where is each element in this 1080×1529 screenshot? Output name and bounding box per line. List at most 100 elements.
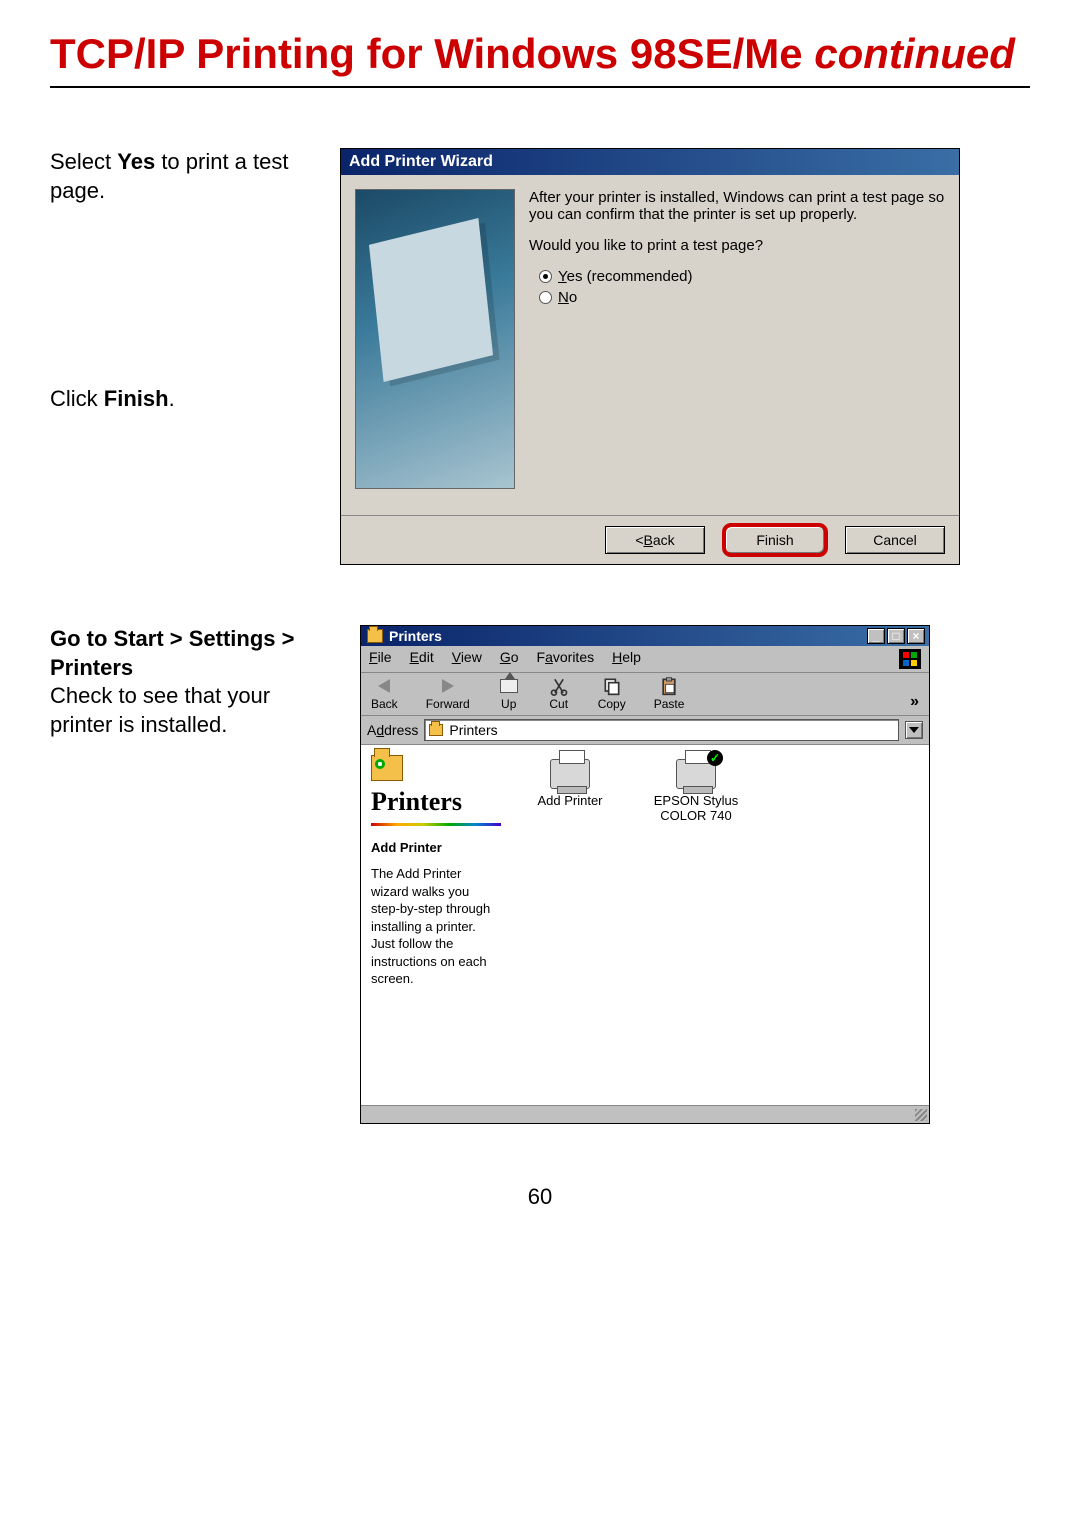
text: COLOR 740 — [660, 808, 732, 823]
text: dit — [419, 649, 434, 665]
page-title-main: TCP/IP Printing for Windows 98SE/Me — [50, 30, 814, 77]
text: o — [569, 289, 577, 306]
toolbar-cut[interactable]: Cut — [548, 677, 570, 711]
toolbar-back[interactable]: Back — [371, 677, 398, 711]
add-printer-item[interactable]: Add Printer — [525, 759, 615, 808]
page-title: TCP/IP Printing for Windows 98SE/Me cont… — [50, 30, 1030, 78]
icon-label: Add Printer — [537, 793, 602, 808]
toolbar-up[interactable]: Up — [498, 677, 520, 711]
cut-icon — [548, 677, 570, 695]
copy-icon — [601, 677, 623, 695]
menu-favorites[interactable]: Favorites — [537, 649, 595, 669]
instruction-check-installed: Check to see that your printer is instal… — [50, 682, 330, 739]
default-check-icon: ✓ — [707, 750, 723, 766]
toolbar-paste[interactable]: Paste — [654, 677, 685, 711]
up-icon — [500, 679, 518, 693]
text: EPSON Stylus — [654, 793, 739, 808]
text: H — [612, 649, 622, 665]
rainbow-divider — [371, 823, 501, 826]
menu-go[interactable]: Go — [500, 649, 519, 669]
text: elp — [622, 649, 641, 665]
text: B — [644, 532, 653, 548]
menu-edit[interactable]: Edit — [410, 649, 434, 669]
radio-yes[interactable]: Yes (recommended) — [539, 268, 945, 285]
cancel-button[interactable]: Cancel — [845, 526, 945, 554]
add-printer-wizard-dialog: Add Printer Wizard After your printer is… — [340, 148, 960, 565]
text: V — [452, 649, 461, 665]
menu-file[interactable]: File — [369, 649, 392, 669]
label: Cut — [549, 697, 568, 711]
instruction-goto-printers: Go to Start > Settings > Printers — [50, 625, 330, 682]
text: . — [169, 386, 175, 411]
label: Copy — [598, 697, 626, 711]
printers-folder-icon — [371, 755, 403, 781]
text: a — [545, 649, 553, 665]
text: A — [367, 722, 376, 738]
address-bar: Address Printers — [361, 716, 929, 745]
text: ack — [653, 532, 675, 548]
text: o — [511, 649, 519, 665]
wizard-title: Add Printer Wizard — [349, 153, 493, 170]
address-label: Address — [367, 722, 418, 738]
radio-icon — [539, 270, 552, 283]
arrow-left-icon — [378, 679, 390, 693]
text: vorites — [553, 649, 594, 665]
text: F — [369, 649, 378, 665]
side-subtitle: Add Printer — [371, 840, 501, 855]
text: F — [537, 649, 546, 665]
icon-label: EPSON Stylus COLOR 740 — [654, 793, 739, 823]
instructions-column-2: Go to Start > Settings > Printers Check … — [50, 625, 330, 739]
radio-no[interactable]: No — [539, 289, 945, 306]
address-field[interactable]: Printers — [424, 719, 899, 741]
menu-view[interactable]: View — [452, 649, 482, 669]
folder-icon — [429, 724, 443, 736]
epson-printer-item[interactable]: ✓ EPSON Stylus COLOR 740 — [651, 759, 741, 823]
text: d — [376, 722, 384, 738]
radio-icon — [539, 291, 552, 304]
side-panel: Printers Add Printer The Add Printer wiz… — [361, 745, 511, 1105]
printer-icon: ✓ — [676, 759, 716, 789]
text: iew — [461, 649, 482, 665]
close-button[interactable]: × — [907, 628, 925, 644]
address-dropdown[interactable] — [905, 721, 923, 739]
menu-help[interactable]: Help — [612, 649, 641, 669]
window-title: Printers — [389, 628, 442, 644]
minimize-button[interactable]: _ — [867, 628, 885, 644]
instruction-select-yes: Select Yes to print a test page. — [50, 148, 310, 205]
toolbar-copy[interactable]: Copy — [598, 677, 626, 711]
menu-bar: File Edit View Go Favorites Help — [361, 646, 929, 673]
text: Click — [50, 386, 104, 411]
text-bold: Go to Start > Settings > Printers — [50, 626, 294, 680]
paste-icon — [658, 677, 680, 695]
wizard-question: Would you like to print a test page? — [529, 237, 945, 254]
printers-window: Printers _ □ × File Edit View Go Favorit… — [360, 625, 930, 1124]
text: Finish — [756, 532, 793, 548]
wizard-description: After your printer is installed, Windows… — [529, 189, 945, 223]
printer-icon — [550, 759, 590, 789]
label: Paste — [654, 697, 685, 711]
side-description: The Add Printer wizard walks you step-by… — [371, 865, 501, 988]
page-title-continued: continued — [814, 30, 1015, 77]
side-title: Printers — [371, 787, 501, 817]
text: Y — [558, 268, 567, 285]
wizard-illustration — [355, 189, 515, 489]
address-value: Printers — [449, 722, 497, 738]
instruction-click-finish: Click Finish. — [50, 385, 310, 414]
folder-icon — [367, 629, 383, 643]
text: ile — [378, 649, 392, 665]
text: N — [558, 289, 569, 306]
printers-icon-area: Add Printer ✓ EPSON Stylus COLOR 740 — [511, 745, 929, 1105]
text-bold: Finish — [104, 386, 169, 411]
maximize-button[interactable]: □ — [887, 628, 905, 644]
finish-button[interactable]: Finish — [725, 526, 825, 554]
text: es (recommended) — [567, 268, 693, 285]
toolbar-forward[interactable]: Forward — [426, 677, 470, 711]
back-button[interactable]: < Back — [605, 526, 705, 554]
toolbar-more[interactable]: » — [910, 693, 919, 711]
label: Up — [501, 697, 516, 711]
title-underline — [50, 86, 1030, 88]
instructions-column-1: Select Yes to print a test page. Click F… — [50, 148, 310, 414]
printers-titlebar: Printers _ □ × — [361, 626, 929, 646]
text: Cancel — [873, 532, 917, 548]
wizard-titlebar: Add Printer Wizard — [341, 149, 959, 175]
